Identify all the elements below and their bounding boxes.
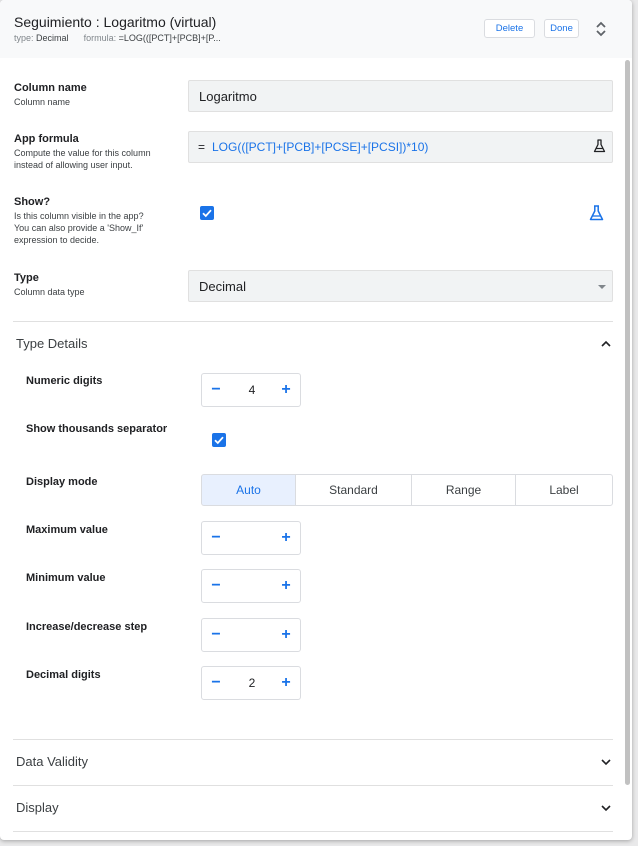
formula-meta-label: formula: <box>83 33 117 43</box>
display-mode-label: Display mode <box>26 476 98 488</box>
column-name-description: Column name <box>14 97 71 107</box>
display-mode-label-option[interactable]: Label <box>515 474 613 506</box>
show-checkbox[interactable] <box>200 206 214 220</box>
step-label: Increase/decrease step <box>26 621 148 633</box>
increment-button[interactable]: + <box>277 381 295 399</box>
decrement-button[interactable]: − <box>207 674 225 692</box>
show-label: Show? <box>14 196 51 208</box>
type-select[interactable]: Decimal <box>188 270 613 302</box>
scrollbar[interactable] <box>625 60 630 785</box>
dialog-subtitle: type: Decimal formula: =LOG(([PCT]+[PCB]… <box>14 33 221 43</box>
minimum-value-stepper[interactable]: − + <box>201 569 301 603</box>
app-formula-value: LOG(([PCT]+[PCB]+[PCSE]+[PCSI])*10) <box>212 140 429 154</box>
divider <box>13 785 613 786</box>
numeric-digits-stepper[interactable]: − 4 + <box>201 373 301 407</box>
column-edit-dialog: Seguimiento : Logaritmo (virtual) type: … <box>0 0 632 840</box>
show-description-1: Is this column visible in the app? <box>14 211 144 221</box>
flask-icon[interactable] <box>589 205 604 221</box>
show-description-3: expression to decide. <box>14 235 100 245</box>
decrement-button[interactable]: − <box>207 626 225 644</box>
divider <box>13 739 613 740</box>
formula-meta-value: =LOG(([PCT]+[PCB]+[P... <box>118 33 221 43</box>
column-name-value: Logaritmo <box>199 89 257 104</box>
increment-button[interactable]: + <box>277 674 295 692</box>
decrement-button[interactable]: − <box>207 381 225 399</box>
delete-button[interactable]: Delete <box>484 19 535 38</box>
type-meta-label: type: <box>14 33 34 43</box>
minimum-value-label: Minimum value <box>26 572 106 584</box>
expand-collapse-icon[interactable] <box>594 20 608 38</box>
display-mode-auto[interactable]: Auto <box>201 474 296 506</box>
decimal-digits-value[interactable]: 2 <box>232 676 272 690</box>
column-name-label: Column name <box>14 82 87 94</box>
increment-button[interactable]: + <box>277 577 295 595</box>
dropdown-caret-icon <box>598 285 606 289</box>
app-formula-description-2: instead of allowing user input. <box>14 160 133 170</box>
chevron-down-icon[interactable] <box>600 758 612 766</box>
type-details-header[interactable]: Type Details <box>16 336 88 351</box>
done-button[interactable]: Done <box>544 19 579 38</box>
flask-icon[interactable] <box>593 139 606 153</box>
dialog-header: Seguimiento : Logaritmo (virtual) type: … <box>0 0 632 58</box>
divider <box>13 831 613 832</box>
dialog-title: Seguimiento : Logaritmo (virtual) <box>14 14 217 30</box>
data-validity-header[interactable]: Data Validity <box>16 754 88 769</box>
checkmark-icon <box>214 436 224 445</box>
thousands-separator-label: Show thousands separator <box>26 423 168 435</box>
display-header[interactable]: Display <box>16 800 59 815</box>
numeric-digits-value[interactable]: 4 <box>232 383 272 397</box>
checkmark-icon <box>202 209 212 218</box>
thousands-separator-checkbox[interactable] <box>212 433 226 447</box>
maximum-value-label: Maximum value <box>26 524 108 536</box>
decimal-digits-label: Decimal digits <box>26 669 101 681</box>
type-label: Type <box>14 272 39 284</box>
show-description-2: You can also provide a 'Show_If' <box>14 223 144 233</box>
app-formula-description-1: Compute the value for this column <box>14 148 151 158</box>
chevron-up-icon[interactable] <box>600 340 612 348</box>
increment-button[interactable]: + <box>277 626 295 644</box>
type-select-value: Decimal <box>199 279 246 294</box>
numeric-digits-label: Numeric digits <box>26 375 103 387</box>
decrement-button[interactable]: − <box>207 577 225 595</box>
step-stepper[interactable]: − + <box>201 618 301 652</box>
increment-button[interactable]: + <box>277 529 295 547</box>
decrement-button[interactable]: − <box>207 529 225 547</box>
decimal-digits-stepper[interactable]: − 2 + <box>201 666 301 700</box>
maximum-value-stepper[interactable]: − + <box>201 521 301 555</box>
divider <box>13 321 613 322</box>
formula-equals-sign: = <box>198 140 206 154</box>
column-name-input[interactable]: Logaritmo <box>188 80 613 112</box>
type-description: Column data type <box>14 287 85 297</box>
app-formula-label: App formula <box>14 133 79 145</box>
chevron-down-icon[interactable] <box>600 804 612 812</box>
type-meta-value: Decimal <box>36 33 69 43</box>
display-mode-range[interactable]: Range <box>411 474 516 506</box>
display-mode-standard[interactable]: Standard <box>295 474 412 506</box>
